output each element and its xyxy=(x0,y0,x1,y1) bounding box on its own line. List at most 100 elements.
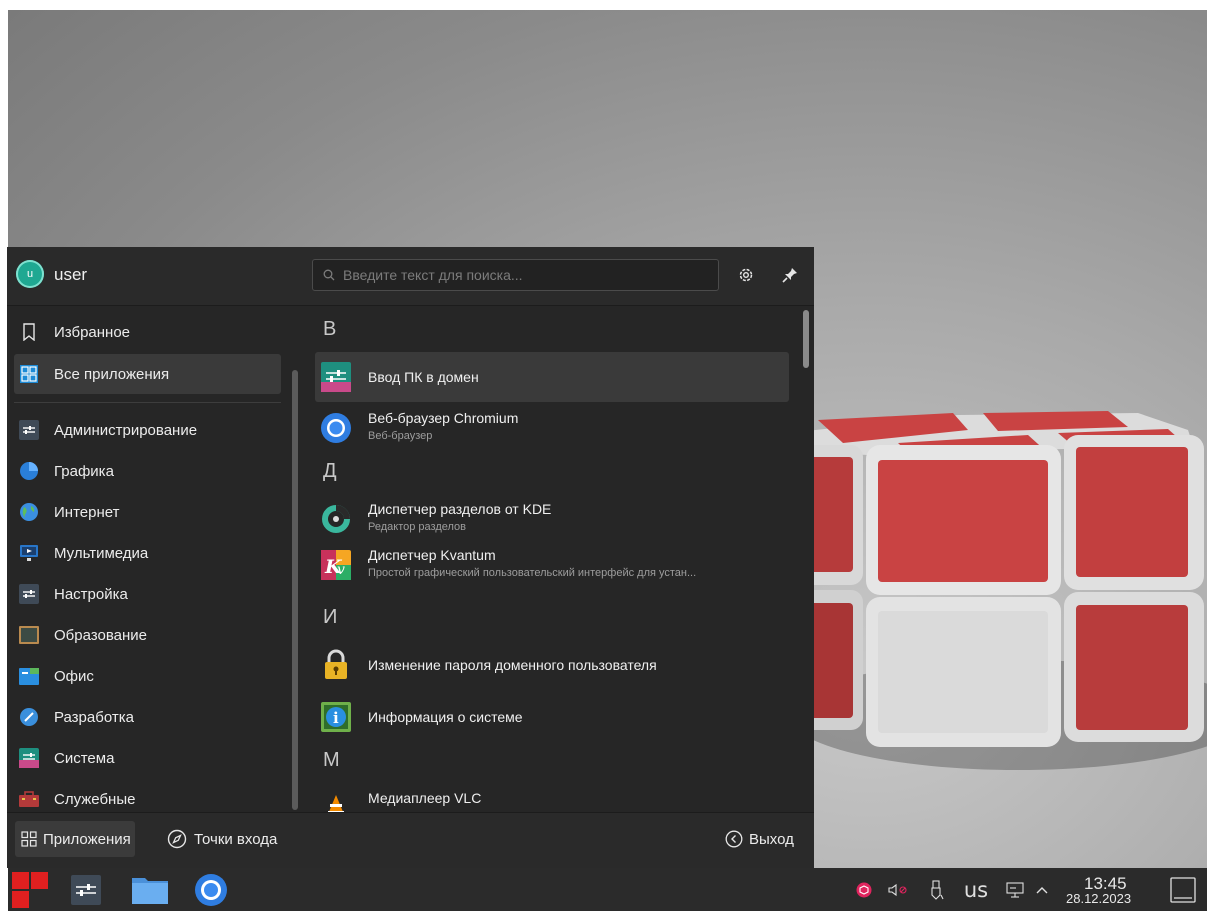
bookmark-icon xyxy=(19,322,39,342)
settings-sliders-icon xyxy=(19,584,39,604)
sidebar-item-multimedia[interactable]: Мультимедиа xyxy=(14,533,281,573)
keyboard-layout[interactable]: us xyxy=(956,876,996,904)
tab-label: Приложения xyxy=(43,830,131,848)
app-item-kvantum[interactable]: Kv Диспетчер Kvantum Простой графический… xyxy=(315,540,789,590)
app-list-scrollbar[interactable] xyxy=(803,310,809,368)
sidebar-item-label: Служебные xyxy=(54,790,136,808)
chevron-up-icon xyxy=(1036,887,1048,894)
sidebar-item-label: Интернет xyxy=(54,503,120,521)
sidebar-item-label: Система xyxy=(54,749,115,767)
configure-button[interactable] xyxy=(734,263,758,287)
app-item-chromium[interactable]: Веб-браузер Chromium Веб-браузер xyxy=(315,403,789,453)
app-item-vlc[interactable]: Медиаплеер VLC xyxy=(315,783,789,812)
sidebar-item-label: Разработка xyxy=(54,708,134,726)
usb-icon xyxy=(931,880,944,900)
section-letter: В xyxy=(323,318,337,340)
sidebar-scrollbar[interactable] xyxy=(292,370,298,810)
sidebar-item-label: Настройка xyxy=(54,585,128,603)
chromium-icon xyxy=(195,873,227,906)
updates-tray[interactable] xyxy=(853,876,875,904)
sidebar-item-all-apps[interactable]: Все приложения xyxy=(14,354,281,394)
logout-label: Выход xyxy=(749,830,794,848)
application-launcher: u user Избранное Все приложения Админист… xyxy=(7,247,814,868)
pin-icon xyxy=(782,268,797,283)
logout-button[interactable]: Выход xyxy=(721,821,798,857)
sidebar-item-utilities[interactable]: Служебные xyxy=(14,779,281,812)
admin-sliders-icon xyxy=(19,420,39,440)
sidebar-item-favorites[interactable]: Избранное xyxy=(14,312,281,352)
app-menu-icon xyxy=(12,871,48,908)
gear-icon xyxy=(739,268,753,282)
sidebar-item-graphics[interactable]: Графика xyxy=(14,451,281,491)
tab-label: Точки входа xyxy=(194,830,278,848)
app-item-change-password[interactable]: Изменение пароля доменного пользователя xyxy=(315,640,789,690)
graphics-icon xyxy=(19,461,39,481)
sidebar-item-education[interactable]: Образование xyxy=(14,615,281,655)
sidebar-item-administration[interactable]: Администрирование xyxy=(14,410,281,450)
app-name: Информация о системе xyxy=(368,709,523,725)
network-icon xyxy=(1006,882,1024,898)
toolbox-icon xyxy=(19,789,39,809)
sidebar-item-label: Все приложения xyxy=(54,365,170,383)
app-name: Изменение пароля доменного пользователя xyxy=(368,657,657,673)
blackboard-icon xyxy=(19,625,39,645)
search-icon xyxy=(323,269,335,281)
package-icon xyxy=(856,882,872,898)
search-box[interactable] xyxy=(312,259,719,291)
chromium-icon xyxy=(320,412,352,444)
sidebar-item-internet[interactable]: Интернет xyxy=(14,492,281,532)
office-icon xyxy=(19,666,39,686)
pin-button[interactable] xyxy=(778,263,802,287)
taskbar-files-launcher[interactable] xyxy=(127,868,173,911)
app-item-domain-join[interactable]: Ввод ПК в домен xyxy=(315,352,789,402)
development-icon xyxy=(19,707,39,727)
vlc-icon xyxy=(320,792,352,812)
app-menu-button[interactable] xyxy=(8,868,52,911)
chevron-left-icon xyxy=(725,830,743,848)
show-hidden-tray-button[interactable] xyxy=(1033,876,1051,904)
device-notifier-tray[interactable] xyxy=(926,876,948,904)
tab-places[interactable]: Точки входа xyxy=(163,821,281,857)
tab-applications[interactable]: Приложения xyxy=(15,821,135,857)
clock-date[interactable]: 28.12.2023 xyxy=(1066,891,1131,906)
domain-join-icon xyxy=(320,361,352,393)
show-desktop-button[interactable] xyxy=(1169,876,1197,904)
app-name: Диспетчер разделов от KDE xyxy=(368,501,552,517)
sidebar-item-label: Графика xyxy=(54,462,114,480)
section-letter: И xyxy=(323,606,338,628)
kvantum-icon: Kv xyxy=(320,549,352,581)
sidebar-item-development[interactable]: Разработка xyxy=(14,697,281,737)
sidebar-item-settings[interactable]: Настройка xyxy=(14,574,281,614)
sidebar-item-label: Офис xyxy=(54,667,94,685)
app-name: Медиаплеер VLC xyxy=(368,790,482,806)
category-sidebar: Избранное Все приложения Администрирован… xyxy=(7,306,307,812)
settings-app-icon xyxy=(71,874,101,905)
search-input[interactable] xyxy=(341,266,705,284)
launcher-header: u user xyxy=(7,247,814,306)
launcher-footer: Приложения Точки входа Выход xyxy=(7,812,814,868)
app-item-partition-manager[interactable]: Диспетчер разделов от KDE Редактор разде… xyxy=(315,494,789,544)
sidebar-item-label: Администрирование xyxy=(54,421,198,439)
globe-icon xyxy=(19,502,39,522)
user-name: user xyxy=(54,265,88,284)
app-description: Веб-браузер xyxy=(368,430,433,442)
sidebar-item-system[interactable]: Система xyxy=(14,738,281,778)
taskbar-settings-launcher[interactable] xyxy=(66,868,106,911)
taskbar-chromium-launcher[interactable] xyxy=(189,868,233,911)
sidebar-item-office[interactable]: Офис xyxy=(14,656,281,696)
app-name: Веб-браузер Chromium xyxy=(368,410,519,426)
svg-text:v: v xyxy=(337,562,345,578)
network-tray[interactable] xyxy=(1003,876,1027,904)
lock-icon xyxy=(320,649,352,681)
app-item-system-info[interactable]: i Информация о системе xyxy=(315,692,789,742)
section-letter: Д xyxy=(323,460,337,482)
volume-muted-icon xyxy=(888,883,907,897)
file-manager-icon xyxy=(132,877,168,904)
avatar[interactable]: u xyxy=(16,260,44,288)
app-name: Диспетчер Kvantum xyxy=(368,547,496,563)
app-description: Простой графический пользовательский инт… xyxy=(368,567,697,579)
show-desktop-icon xyxy=(1170,877,1196,903)
volume-tray[interactable] xyxy=(885,876,911,904)
sidebar-item-label: Мультимедиа xyxy=(54,544,149,562)
system-icon xyxy=(19,748,39,768)
